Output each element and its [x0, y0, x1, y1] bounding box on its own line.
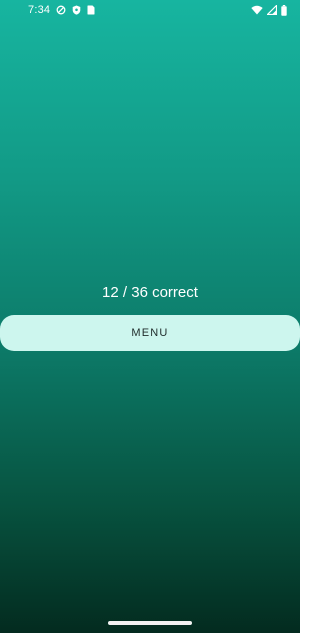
status-time: 7:34	[28, 4, 51, 16]
status-bar: 7:34	[0, 0, 300, 20]
battery-icon	[281, 4, 287, 16]
menu-button[interactable]: MENU	[0, 315, 300, 351]
status-bar-left: 7:34	[28, 4, 95, 16]
status-bar-right	[251, 4, 287, 16]
signal-icon	[267, 5, 277, 15]
score-text: 12 / 36 correct	[102, 284, 198, 301]
home-indicator[interactable]	[108, 621, 192, 625]
sim-card-icon	[87, 5, 95, 15]
security-shield-icon	[72, 5, 81, 15]
app-screen: 7:34 12 / 36 correct MENU	[0, 0, 300, 633]
wifi-icon	[251, 5, 263, 15]
location-shield-icon	[56, 5, 66, 15]
